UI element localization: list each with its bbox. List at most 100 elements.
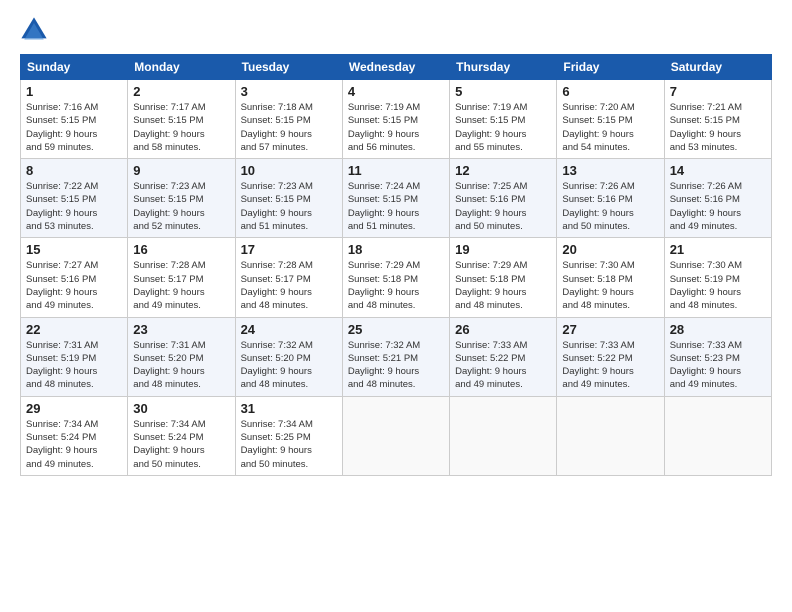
day-number: 31 bbox=[241, 401, 337, 416]
day-info: Sunrise: 7:33 AM Sunset: 5:22 PM Dayligh… bbox=[455, 339, 551, 392]
calendar-cell: 12 Sunrise: 7:25 AM Sunset: 5:16 PM Dayli… bbox=[450, 159, 557, 238]
logo bbox=[20, 16, 52, 44]
calendar-cell bbox=[557, 396, 664, 475]
day-number: 23 bbox=[133, 322, 229, 337]
day-number: 26 bbox=[455, 322, 551, 337]
day-info: Sunrise: 7:26 AM Sunset: 5:16 PM Dayligh… bbox=[670, 180, 766, 233]
calendar-page: SundayMondayTuesdayWednesdayThursdayFrid… bbox=[0, 0, 792, 612]
calendar-cell bbox=[450, 396, 557, 475]
day-number: 22 bbox=[26, 322, 122, 337]
day-number: 1 bbox=[26, 84, 122, 99]
calendar-cell: 18 Sunrise: 7:29 AM Sunset: 5:18 PM Dayli… bbox=[342, 238, 449, 317]
day-info: Sunrise: 7:24 AM Sunset: 5:15 PM Dayligh… bbox=[348, 180, 444, 233]
col-header-friday: Friday bbox=[557, 55, 664, 80]
col-header-monday: Monday bbox=[128, 55, 235, 80]
day-info: Sunrise: 7:23 AM Sunset: 5:15 PM Dayligh… bbox=[241, 180, 337, 233]
day-info: Sunrise: 7:22 AM Sunset: 5:15 PM Dayligh… bbox=[26, 180, 122, 233]
day-number: 7 bbox=[670, 84, 766, 99]
calendar-cell: 29 Sunrise: 7:34 AM Sunset: 5:24 PM Dayli… bbox=[21, 396, 128, 475]
calendar-cell: 5Sunrise: 7:19 AM Sunset: 5:15 PM Daylig… bbox=[450, 80, 557, 159]
day-info: Sunrise: 7:31 AM Sunset: 5:19 PM Dayligh… bbox=[26, 339, 122, 392]
day-info: Sunrise: 7:16 AM Sunset: 5:15 PM Dayligh… bbox=[26, 101, 122, 154]
day-number: 11 bbox=[348, 163, 444, 178]
day-number: 27 bbox=[562, 322, 658, 337]
calendar-cell: 3 Sunrise: 7:18 AM Sunset: 5:15 PM Daylig… bbox=[235, 80, 342, 159]
day-info: Sunrise: 7:30 AM Sunset: 5:18 PM Dayligh… bbox=[562, 259, 658, 312]
day-info: Sunrise: 7:33 AM Sunset: 5:23 PM Dayligh… bbox=[670, 339, 766, 392]
day-info: Sunrise: 7:26 AM Sunset: 5:16 PM Dayligh… bbox=[562, 180, 658, 233]
day-info: Sunrise: 7:34 AM Sunset: 5:24 PM Dayligh… bbox=[26, 418, 122, 471]
calendar-cell: 20Sunrise: 7:30 AM Sunset: 5:18 PM Dayli… bbox=[557, 238, 664, 317]
day-info: Sunrise: 7:21 AM Sunset: 5:15 PM Dayligh… bbox=[670, 101, 766, 154]
day-number: 6 bbox=[562, 84, 658, 99]
day-number: 9 bbox=[133, 163, 229, 178]
day-info: Sunrise: 7:31 AM Sunset: 5:20 PM Dayligh… bbox=[133, 339, 229, 392]
day-number: 21 bbox=[670, 242, 766, 257]
day-number: 16 bbox=[133, 242, 229, 257]
calendar-cell: 10 Sunrise: 7:23 AM Sunset: 5:15 PM Dayli… bbox=[235, 159, 342, 238]
calendar-cell: 30 Sunrise: 7:34 AM Sunset: 5:24 PM Dayli… bbox=[128, 396, 235, 475]
day-info: Sunrise: 7:28 AM Sunset: 5:17 PM Dayligh… bbox=[241, 259, 337, 312]
day-info: Sunrise: 7:32 AM Sunset: 5:21 PM Dayligh… bbox=[348, 339, 444, 392]
day-info: Sunrise: 7:17 AM Sunset: 5:15 PM Dayligh… bbox=[133, 101, 229, 154]
calendar-cell: 2 Sunrise: 7:17 AM Sunset: 5:15 PM Daylig… bbox=[128, 80, 235, 159]
calendar-cell bbox=[664, 396, 771, 475]
day-number: 15 bbox=[26, 242, 122, 257]
day-info: Sunrise: 7:19 AM Sunset: 5:15 PM Dayligh… bbox=[348, 101, 444, 154]
day-info: Sunrise: 7:23 AM Sunset: 5:15 PM Dayligh… bbox=[133, 180, 229, 233]
col-header-saturday: Saturday bbox=[664, 55, 771, 80]
day-number: 29 bbox=[26, 401, 122, 416]
calendar-cell bbox=[342, 396, 449, 475]
day-number: 24 bbox=[241, 322, 337, 337]
day-number: 25 bbox=[348, 322, 444, 337]
calendar-cell: 11 Sunrise: 7:24 AM Sunset: 5:15 PM Dayli… bbox=[342, 159, 449, 238]
calendar-cell: 28 Sunrise: 7:33 AM Sunset: 5:23 PM Dayli… bbox=[664, 317, 771, 396]
day-info: Sunrise: 7:19 AM Sunset: 5:15 PM Dayligh… bbox=[455, 101, 551, 154]
header bbox=[20, 16, 772, 44]
day-info: Sunrise: 7:28 AM Sunset: 5:17 PM Dayligh… bbox=[133, 259, 229, 312]
day-number: 28 bbox=[670, 322, 766, 337]
day-number: 8 bbox=[26, 163, 122, 178]
calendar-cell: 26 Sunrise: 7:33 AM Sunset: 5:22 PM Dayli… bbox=[450, 317, 557, 396]
day-info: Sunrise: 7:29 AM Sunset: 5:18 PM Dayligh… bbox=[455, 259, 551, 312]
day-info: Sunrise: 7:20 AM Sunset: 5:15 PM Dayligh… bbox=[562, 101, 658, 154]
calendar-cell: 23 Sunrise: 7:31 AM Sunset: 5:20 PM Dayli… bbox=[128, 317, 235, 396]
day-info: Sunrise: 7:32 AM Sunset: 5:20 PM Dayligh… bbox=[241, 339, 337, 392]
calendar-cell: 4 Sunrise: 7:19 AM Sunset: 5:15 PM Daylig… bbox=[342, 80, 449, 159]
col-header-sunday: Sunday bbox=[21, 55, 128, 80]
calendar-cell: 7 Sunrise: 7:21 AM Sunset: 5:15 PM Daylig… bbox=[664, 80, 771, 159]
calendar-cell: 21 Sunrise: 7:30 AM Sunset: 5:19 PM Dayli… bbox=[664, 238, 771, 317]
calendar-cell: 25 Sunrise: 7:32 AM Sunset: 5:21 PM Dayli… bbox=[342, 317, 449, 396]
calendar-cell: 27 Sunrise: 7:33 AM Sunset: 5:22 PM Dayli… bbox=[557, 317, 664, 396]
day-number: 3 bbox=[241, 84, 337, 99]
calendar-cell: 17 Sunrise: 7:28 AM Sunset: 5:17 PM Dayli… bbox=[235, 238, 342, 317]
day-number: 13 bbox=[562, 163, 658, 178]
col-header-tuesday: Tuesday bbox=[235, 55, 342, 80]
calendar-cell: 24 Sunrise: 7:32 AM Sunset: 5:20 PM Dayli… bbox=[235, 317, 342, 396]
day-number: 18 bbox=[348, 242, 444, 257]
day-info: Sunrise: 7:29 AM Sunset: 5:18 PM Dayligh… bbox=[348, 259, 444, 312]
day-number: 14 bbox=[670, 163, 766, 178]
calendar-cell: 14 Sunrise: 7:26 AM Sunset: 5:16 PM Dayli… bbox=[664, 159, 771, 238]
day-info: Sunrise: 7:33 AM Sunset: 5:22 PM Dayligh… bbox=[562, 339, 658, 392]
day-number: 2 bbox=[133, 84, 229, 99]
day-number: 4 bbox=[348, 84, 444, 99]
day-info: Sunrise: 7:25 AM Sunset: 5:16 PM Dayligh… bbox=[455, 180, 551, 233]
calendar-table: SundayMondayTuesdayWednesdayThursdayFrid… bbox=[20, 54, 772, 476]
col-header-thursday: Thursday bbox=[450, 55, 557, 80]
day-info: Sunrise: 7:34 AM Sunset: 5:25 PM Dayligh… bbox=[241, 418, 337, 471]
calendar-cell: 1 Sunrise: 7:16 AM Sunset: 5:15 PM Daylig… bbox=[21, 80, 128, 159]
day-number: 30 bbox=[133, 401, 229, 416]
calendar-cell: 31 Sunrise: 7:34 AM Sunset: 5:25 PM Dayli… bbox=[235, 396, 342, 475]
calendar-cell: 22 Sunrise: 7:31 AM Sunset: 5:19 PM Dayli… bbox=[21, 317, 128, 396]
logo-icon bbox=[20, 16, 48, 44]
calendar-cell: 8 Sunrise: 7:22 AM Sunset: 5:15 PM Daylig… bbox=[21, 159, 128, 238]
day-number: 17 bbox=[241, 242, 337, 257]
day-info: Sunrise: 7:30 AM Sunset: 5:19 PM Dayligh… bbox=[670, 259, 766, 312]
day-info: Sunrise: 7:18 AM Sunset: 5:15 PM Dayligh… bbox=[241, 101, 337, 154]
day-number: 12 bbox=[455, 163, 551, 178]
day-info: Sunrise: 7:34 AM Sunset: 5:24 PM Dayligh… bbox=[133, 418, 229, 471]
day-number: 10 bbox=[241, 163, 337, 178]
day-number: 19 bbox=[455, 242, 551, 257]
calendar-header-row: SundayMondayTuesdayWednesdayThursdayFrid… bbox=[21, 55, 772, 80]
